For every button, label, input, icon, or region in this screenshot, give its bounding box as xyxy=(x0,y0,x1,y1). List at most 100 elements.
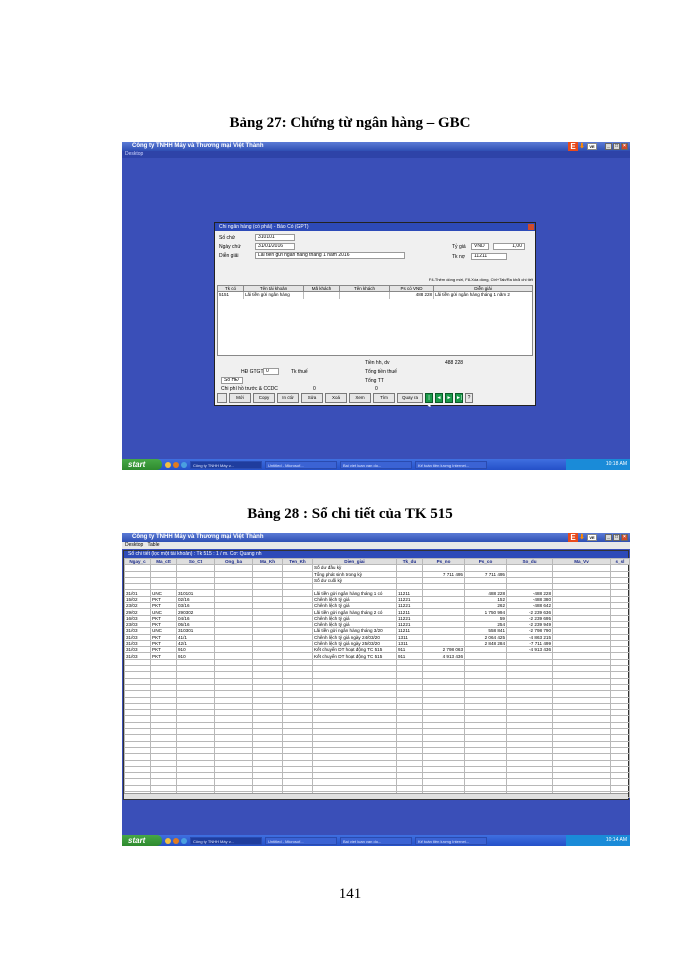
label-tong-tt: Tổng TT xyxy=(365,378,384,384)
app-titlebar-2: Công ty TNHH Máy và Thương mại Việt Thàn… xyxy=(122,533,630,542)
start-button-2[interactable]: start xyxy=(122,835,162,846)
screenshot-ledger: Công ty TNHH Máy và Thương mại Việt Thàn… xyxy=(122,533,630,846)
grid-col-ten-tk[interactable]: Tên tài khoản xyxy=(244,286,304,291)
so-hd-button[interactable]: Sổ HĐ xyxy=(221,377,243,384)
dien-giai-field[interactable]: Lãi tiền gửi ngân hàng tháng 1 năm 2016 xyxy=(255,252,405,259)
figure-caption-28: Bảng 28 : Sổ chi tiết của TK 515 xyxy=(247,506,453,522)
screenshot-bank-voucher: Công ty TNHH Máy và Thương mại Việt Thàn… xyxy=(122,142,630,470)
menu-table[interactable]: Table xyxy=(148,542,160,548)
clock-2[interactable]: 10:14 AM xyxy=(566,835,630,846)
ledger-window: Sổ chi tiết (lọc một tài khoản) : Tk 515… xyxy=(123,550,630,800)
app-logo-icon-2: E xyxy=(568,533,578,542)
ngay-ct-field[interactable]: 31/01/2016 xyxy=(255,243,295,250)
hd-gtgt-field[interactable]: 0 xyxy=(263,368,279,375)
grid-col-ten-khach[interactable]: Tên khách xyxy=(340,286,390,291)
next-record-icon[interactable]: ► xyxy=(445,393,453,403)
language-badge-2[interactable]: VE xyxy=(587,534,597,541)
cell-tk-co[interactable]: 5151 xyxy=(218,292,244,299)
so-ct-field[interactable]: 310101 xyxy=(255,234,295,241)
print-button[interactable]: In ctừ xyxy=(277,393,299,403)
grid-col-dien-giai[interactable]: Diễn giải xyxy=(434,286,532,291)
browser-icon-2[interactable] xyxy=(165,837,171,844)
maximize-icon[interactable]: □ xyxy=(613,143,620,150)
help-icon[interactable]: ? xyxy=(465,393,473,403)
dialog-close-icon[interactable] xyxy=(528,224,534,230)
label-so-ct: Số chứ xyxy=(219,235,236,241)
quick-launch-2 xyxy=(165,837,187,844)
chi-phi-value: 0 xyxy=(313,386,316,392)
download-arrow-icon[interactable]: ⬇ xyxy=(579,143,586,150)
task-browser-2[interactable]: Kế toán tiền lương Internet... xyxy=(415,836,487,845)
task-browser[interactable]: Kế toán tiền lương Internet... xyxy=(415,460,487,469)
menu-desktop[interactable]: Desktop xyxy=(125,151,143,157)
last-record-icon[interactable]: ►| xyxy=(455,393,463,403)
close-icon-2[interactable]: × xyxy=(621,534,628,541)
folder-icon[interactable] xyxy=(181,461,187,468)
new-button[interactable]: Mới xyxy=(229,393,251,403)
label-dien-giai: Diễn giải xyxy=(219,253,239,259)
browser-icon[interactable] xyxy=(165,461,171,468)
edit-button[interactable]: Sửa xyxy=(301,393,323,403)
table-row[interactable]: 5151 Lãi tiền gửi ngân hàng 488 228 Lãi … xyxy=(218,292,532,299)
cell-ma-khach[interactable] xyxy=(304,292,340,299)
cell-ten-khach[interactable] xyxy=(340,292,390,299)
cell-ten-tk[interactable]: Lãi tiền gửi ngân hàng xyxy=(244,292,304,299)
copy-button[interactable]: Copy xyxy=(253,393,275,403)
tong-tt-value: 0 xyxy=(375,386,378,392)
prev-record-icon[interactable]: ◄ xyxy=(435,393,443,403)
label-tien-hang: Tiền hh, dv xyxy=(365,360,390,366)
first-record-icon[interactable]: |◄ xyxy=(425,393,433,409)
start-button[interactable]: start xyxy=(122,459,162,470)
grid-col-tk-co[interactable]: Tk có xyxy=(218,286,244,291)
media-icon-2[interactable] xyxy=(173,837,179,844)
voucher-grid-body: 5151 Lãi tiền gửi ngân hàng 488 228 Lãi … xyxy=(217,292,533,356)
label-hd-gtgt: HĐ GTGT xyxy=(241,369,264,375)
delete-button[interactable]: Xoá xyxy=(325,393,347,403)
app-menubar: Desktop xyxy=(122,151,630,158)
task-app[interactable]: Công ty TNHH Máy v... xyxy=(190,460,262,469)
exit-button[interactable]: Quay ra xyxy=(397,393,423,403)
voucher-toolbar: Mới Copy In ctừ Sửa Xoá Xem Tìm Quay ra … xyxy=(217,393,533,409)
folder-icon-2[interactable] xyxy=(181,837,187,844)
find-button[interactable]: Tìm xyxy=(373,393,395,403)
maximize-icon-2[interactable]: □ xyxy=(613,534,620,541)
close-icon[interactable]: × xyxy=(621,143,628,150)
ledger-body: Số dư đầu kỳ Tổng phát sinh trong kỳ 7 711… xyxy=(124,564,630,799)
media-icon[interactable] xyxy=(173,461,179,468)
figure-caption-27: Bảng 27: Chứng từ ngân hàng – GBC xyxy=(229,115,471,131)
cell-dien-giai[interactable]: Lãi tiền gửi ngân hàng tháng 1 năm 2 xyxy=(434,292,532,299)
label-tk-no: Tk nợ xyxy=(452,254,466,260)
cell-ps-co[interactable]: 488 228 xyxy=(390,292,434,299)
label-ngay-ct: Ngày chứ xyxy=(219,244,241,250)
ledger-table: Ngay_c Ma_ctt So_Ct Ong_ba Ma_Kh Ten_Kh Dien_g… xyxy=(124,557,630,799)
tien-hang-value: 488 228 xyxy=(445,360,464,366)
keyboard-hint: F4-Thêm dòng mới, F8-Xóa dòng, Ctrl+Tab/… xyxy=(428,277,533,282)
language-badge[interactable]: VE xyxy=(587,143,597,150)
app-titlebar: Công ty TNHH Máy và Thương mại Việt Thàn… xyxy=(122,142,630,151)
task-word[interactable]: Untitled - Microsof... xyxy=(265,460,337,469)
minimize-icon-2[interactable]: _ xyxy=(605,534,612,541)
task-word-2[interactable]: Untitled - Microsof... xyxy=(265,836,337,845)
menu-desktop-2[interactable]: Desktop xyxy=(125,542,143,548)
tk-no-field[interactable]: 11211 xyxy=(471,253,507,260)
grid-col-ma-khach[interactable]: Mã khách xyxy=(304,286,340,291)
task-doc-2[interactable]: Bai viet luan van do... xyxy=(340,836,412,845)
voucher-dialog-title: Chi ngân hàng (có phải) - Báo Có (GPT) xyxy=(215,223,535,231)
rate-field[interactable]: 1,00 xyxy=(493,243,525,250)
ledger-title: Sổ chi tiết (lọc một tài khoản) : Tk 515… xyxy=(124,551,628,558)
task-doc[interactable]: Bai viet luan van do... xyxy=(340,460,412,469)
currency-select[interactable]: VND xyxy=(471,243,489,250)
grid-col-ps-co[interactable]: Ps có VND xyxy=(390,286,434,291)
download-arrow-icon-2[interactable]: ⬇ xyxy=(579,534,586,541)
spacer-button[interactable] xyxy=(217,393,227,403)
quick-launch xyxy=(165,461,187,468)
horizontal-scrollbar[interactable] xyxy=(124,793,628,799)
app-title-2: Công ty TNHH Máy và Thương mại Việt Thàn… xyxy=(132,534,264,540)
app-logo-icon: E xyxy=(568,142,578,151)
page-number: 141 xyxy=(338,886,362,902)
clock[interactable]: 10:18 AM xyxy=(566,459,630,470)
view-button[interactable]: Xem xyxy=(349,393,371,403)
minimize-icon[interactable]: _ xyxy=(605,143,612,150)
voucher-title-text: Chi ngân hàng (có phải) - Báo Có (GPT) xyxy=(219,224,309,230)
task-app-2[interactable]: Công ty TNHH Máy v... xyxy=(190,836,262,845)
